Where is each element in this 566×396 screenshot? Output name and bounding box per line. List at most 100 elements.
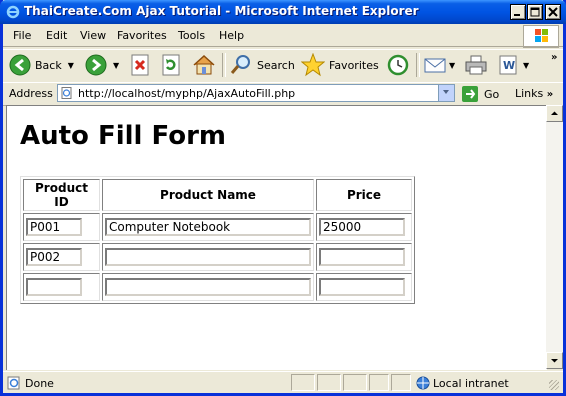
status-panel <box>317 374 341 391</box>
home-button[interactable] <box>192 51 216 79</box>
page-content: Auto Fill Form Product ID Product Name P… <box>6 105 547 370</box>
status-panel <box>369 374 389 391</box>
forward-arrow-icon <box>85 54 107 76</box>
resize-grip[interactable] <box>549 380 559 390</box>
browser-window: ThaiCreate.Com Ajax Tutorial - Microsoft… <box>0 0 566 396</box>
product-id-input[interactable]: P001 <box>26 218 82 236</box>
table-cell: P002 <box>23 243 100 271</box>
column-header-product-id: Product ID <box>23 179 100 211</box>
table-cell: Computer Notebook <box>102 213 314 241</box>
mail-button[interactable]: ▼ <box>423 51 455 79</box>
table-row <box>23 273 412 301</box>
go-arrow-icon <box>462 86 478 102</box>
scroll-up-button[interactable] <box>546 105 563 122</box>
page-done-icon <box>7 376 20 390</box>
product-name-input[interactable] <box>105 248 311 266</box>
title-bar[interactable]: ThaiCreate.Com Ajax Tutorial - Microsoft… <box>0 0 566 24</box>
links-label: Links <box>515 87 544 100</box>
product-name-input[interactable]: Computer Notebook <box>105 218 311 236</box>
status-text: Done <box>25 377 54 390</box>
forward-dropdown-icon[interactable]: ▼ <box>113 61 119 70</box>
price-input[interactable] <box>319 248 405 266</box>
refresh-button[interactable] <box>161 51 181 79</box>
stop-icon <box>131 54 149 76</box>
address-bar: Address http://localhost/myphp/AjaxAutoF… <box>3 82 563 106</box>
windows-logo-icon <box>523 25 559 48</box>
menu-bar: File Edit View Favorites Tools Help <box>3 24 563 46</box>
menu-file[interactable]: File <box>13 29 31 42</box>
go-button[interactable]: Go <box>461 85 499 103</box>
menu-edit[interactable]: Edit <box>46 29 67 42</box>
page-title: Auto Fill Form <box>20 121 227 151</box>
mail-icon <box>424 58 446 73</box>
status-panel <box>291 374 315 391</box>
price-input[interactable] <box>319 278 405 296</box>
table-row: P002 <box>23 243 412 271</box>
search-label: Search <box>257 58 295 72</box>
back-dropdown-icon[interactable]: ▼ <box>68 61 74 70</box>
edit-dropdown-icon[interactable]: ▼ <box>523 61 529 70</box>
security-zone-label: Local intranet <box>433 377 509 390</box>
refresh-icon <box>162 54 180 76</box>
table-cell <box>316 273 412 301</box>
column-header-product-name: Product Name <box>102 179 314 211</box>
close-button[interactable] <box>545 4 561 20</box>
menu-tools[interactable]: Tools <box>178 29 205 42</box>
table-cell <box>23 273 100 301</box>
history-button[interactable] <box>386 51 410 79</box>
window-title: ThaiCreate.Com Ajax Tutorial - Microsoft… <box>24 4 419 18</box>
back-button[interactable]: Back ▼ <box>9 51 74 79</box>
address-dropdown-icon[interactable] <box>438 85 454 101</box>
search-button[interactable]: Search <box>229 51 295 79</box>
status-panel <box>391 374 411 391</box>
scroll-down-button[interactable] <box>546 352 563 369</box>
vertical-scrollbar[interactable] <box>546 105 563 369</box>
toolbar-separator <box>416 53 420 77</box>
table-cell <box>316 243 412 271</box>
address-url: http://localhost/myphp/AjaxAutoFill.php <box>78 87 296 100</box>
status-bar: Done Local intranet <box>3 371 563 394</box>
favorites-button[interactable]: Favorites <box>301 51 379 79</box>
toolbar-separator <box>222 53 226 77</box>
forward-button[interactable]: ▼ <box>85 51 119 79</box>
print-button[interactable] <box>464 51 488 79</box>
back-arrow-icon <box>9 54 31 76</box>
menu-help[interactable]: Help <box>219 29 244 42</box>
menu-view[interactable]: View <box>80 29 106 42</box>
minimize-button[interactable] <box>510 4 526 20</box>
address-field[interactable]: http://localhost/myphp/AjaxAutoFill.php <box>57 84 455 102</box>
edit-button[interactable]: W ▼ <box>497 51 529 79</box>
product-name-input[interactable] <box>105 278 311 296</box>
intranet-zone-icon <box>416 376 430 390</box>
column-header-price: Price <box>316 179 412 211</box>
maximize-button[interactable] <box>527 4 543 20</box>
table-cell <box>102 243 314 271</box>
links-button[interactable]: Links » <box>515 87 553 100</box>
table-row: P001 Computer Notebook 25000 <box>23 213 412 241</box>
svg-text:W: W <box>503 59 515 72</box>
word-edit-icon: W <box>499 55 517 75</box>
product-table: Product ID Product Name Price P001 Compu… <box>20 176 415 304</box>
menu-favorites[interactable]: Favorites <box>117 29 167 42</box>
print-icon <box>465 55 487 75</box>
page-icon <box>61 87 72 99</box>
toolbar: Back ▼ ▼ Search Favorites ▼ W ▼ » <box>3 48 563 82</box>
table-cell: 25000 <box>316 213 412 241</box>
back-label: Back <box>35 58 62 72</box>
search-icon <box>230 55 250 74</box>
address-label: Address <box>9 87 53 100</box>
favorites-star-icon <box>301 53 325 77</box>
history-icon <box>387 54 409 76</box>
table-header-row: Product ID Product Name Price <box>23 179 412 211</box>
product-id-input[interactable] <box>26 278 82 296</box>
favorites-label: Favorites <box>329 58 379 72</box>
stop-button[interactable] <box>130 51 150 79</box>
table-cell <box>102 273 314 301</box>
toolbar-overflow-icon[interactable]: » <box>551 52 557 63</box>
price-input[interactable]: 25000 <box>319 218 405 236</box>
table-cell: P001 <box>23 213 100 241</box>
status-panel <box>343 374 367 391</box>
mail-dropdown-icon[interactable]: ▼ <box>449 61 455 70</box>
product-id-input[interactable]: P002 <box>26 248 82 266</box>
ie-logo-icon <box>6 5 20 19</box>
